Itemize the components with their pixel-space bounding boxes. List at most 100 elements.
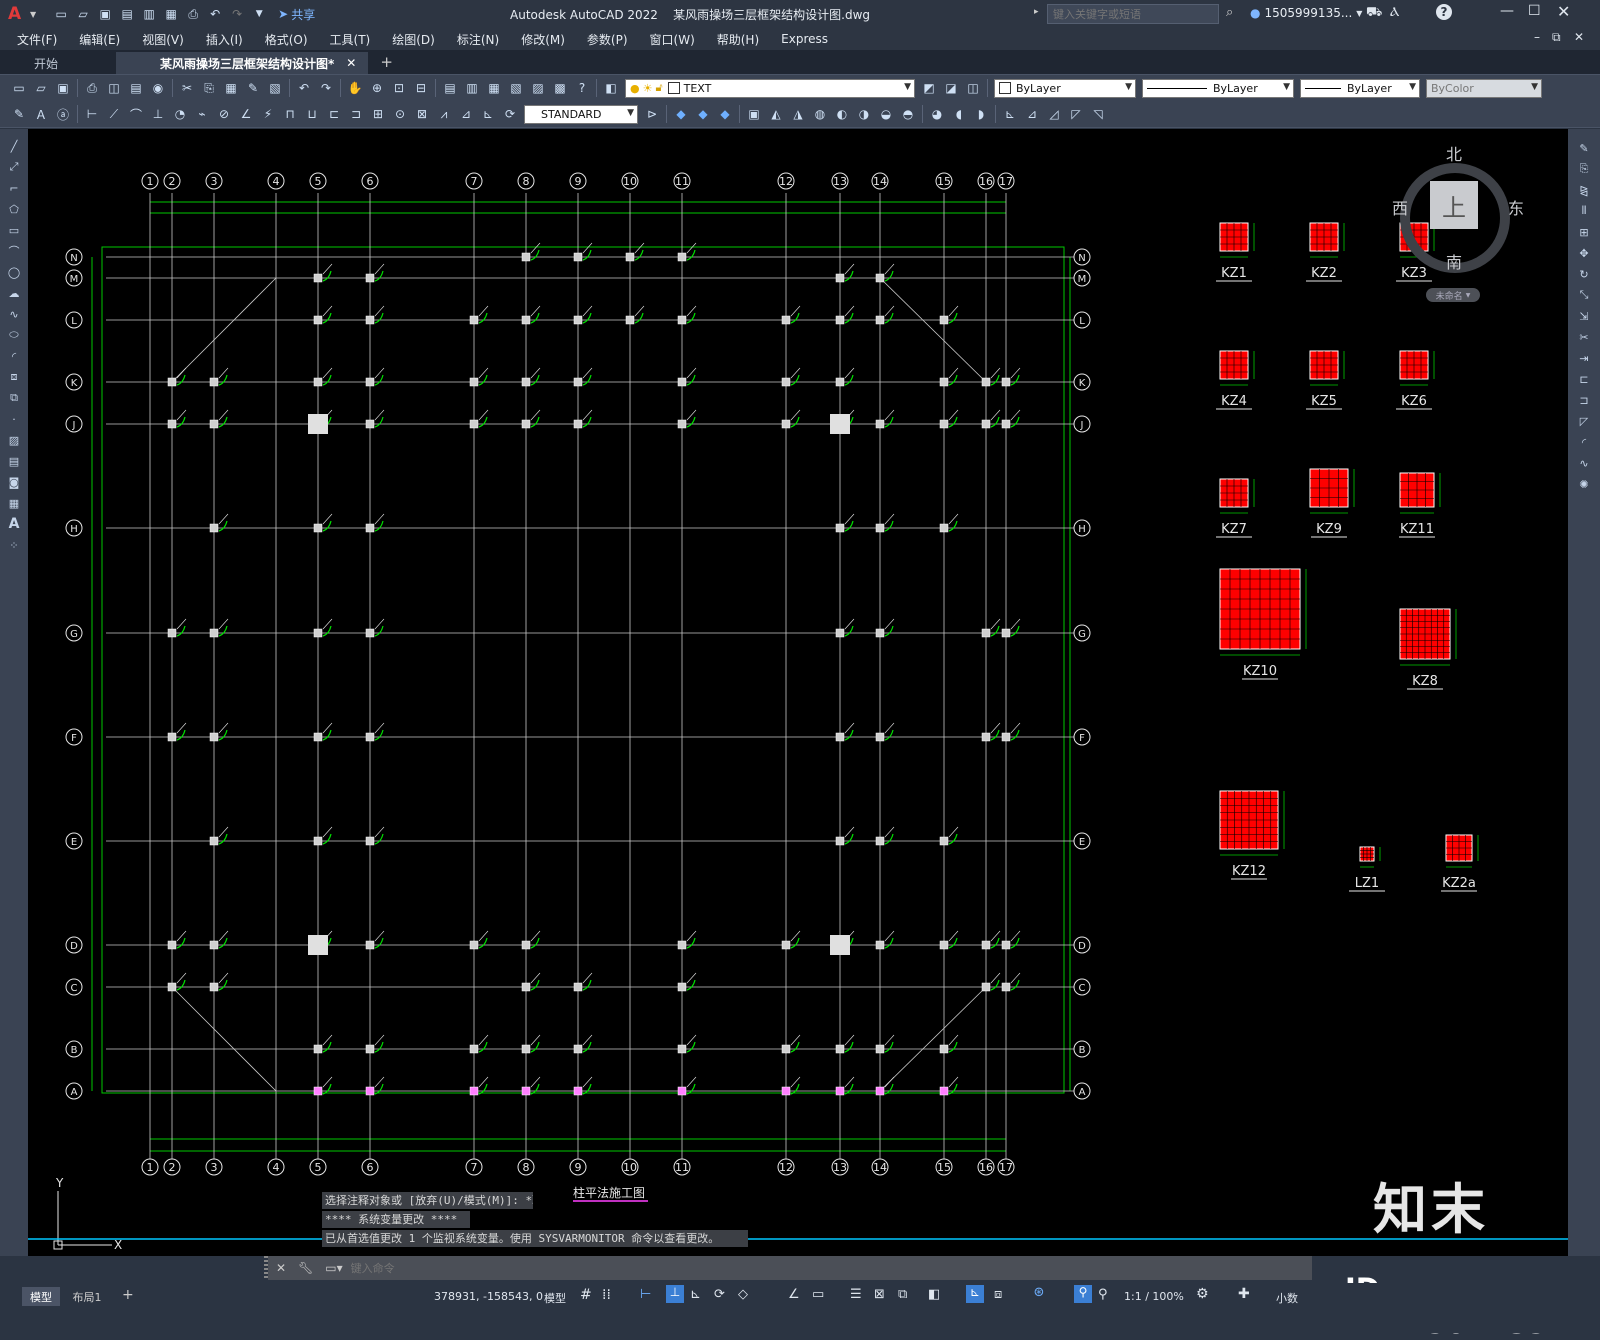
scale-text-icon[interactable]: ⓐ <box>54 105 72 123</box>
annotation-visibility-icon[interactable]: ⧈ <box>994 1287 1002 1302</box>
undo-icon[interactable]: ↶ <box>206 5 224 23</box>
polyline-icon[interactable]: ⌐ <box>3 178 25 198</box>
dim-continue-icon[interactable]: ⊔ <box>303 105 321 123</box>
save-icon[interactable]: ▣ <box>96 5 114 23</box>
tab-model[interactable]: 模型 <box>22 1287 60 1306</box>
menu-insert[interactable]: 插入(I) <box>195 31 254 48</box>
layer-previous-icon[interactable]: ◪ <box>942 79 960 97</box>
pan-icon[interactable]: ✋ <box>346 79 364 97</box>
construction-line-icon[interactable]: ⤢ <box>3 157 25 177</box>
sheet-set-icon[interactable]: ▧ <box>507 79 525 97</box>
units-value[interactable]: 小数 <box>1276 1290 1298 1306</box>
revision-cloud-icon[interactable]: ☁ <box>3 283 25 303</box>
point-icon[interactable]: · <box>3 409 25 429</box>
redo-icon[interactable]: ↷ <box>228 5 246 23</box>
tab-layout1[interactable]: 布局1 <box>68 1287 106 1306</box>
plot-dwf-icon[interactable]: ▦ <box>162 5 180 23</box>
annotation-scale-value[interactable]: 1:1 / 100% <box>1124 1290 1184 1303</box>
structural-plan-drawing[interactable]: 1122334455667788991010111112121313141415… <box>28 129 1568 1256</box>
solid-cylinder-icon[interactable]: ◐ <box>833 105 851 123</box>
annotation-monitor-icon[interactable]: ✚ <box>1238 1286 1250 1302</box>
command-line-grip[interactable] <box>264 1256 268 1280</box>
qnew-icon[interactable]: ▭ <box>10 79 28 97</box>
compass-north[interactable]: 北 <box>1446 141 1462 165</box>
rotate-icon[interactable]: ↻ <box>1573 264 1595 284</box>
ortho-icon[interactable]: ⊥ <box>666 1285 684 1303</box>
polar-icon[interactable]: ⊾ <box>690 1287 701 1302</box>
properties-icon[interactable]: ▤ <box>441 79 459 97</box>
materials-icon[interactable]: ◗ <box>972 105 990 123</box>
extend-icon[interactable]: ⇥ <box>1573 348 1595 368</box>
inspection-icon[interactable]: ⊠ <box>413 105 431 123</box>
ucs-icon[interactable]: ⊾ <box>1001 105 1019 123</box>
user-account[interactable]: ● 1505999135... ▼ <box>1250 6 1362 20</box>
make-block-icon[interactable]: ⧉ <box>3 388 25 408</box>
region-icon[interactable]: ◙ <box>3 472 25 492</box>
autodesk-app-icon[interactable]: Ⲁ <box>1390 5 1399 20</box>
dimstyle-dropdown[interactable]: STANDARD ▼ <box>524 104 638 124</box>
share-button[interactable]: ➤ 共享 <box>278 6 315 23</box>
wcs-menu[interactable]: 未命名 ▼ <box>1426 288 1480 302</box>
dim-diameter-icon[interactable]: ⊘ <box>215 105 233 123</box>
cart-icon[interactable]: ⛟ <box>1366 5 1382 22</box>
lineweight-dropdown[interactable]: ByLayer ▼ <box>1300 78 1420 98</box>
menu-view[interactable]: 视图(V) <box>131 31 195 48</box>
snap-icon[interactable]: ⁞⁞ <box>602 1287 611 1303</box>
help-icon[interactable]: ? <box>1436 4 1452 20</box>
ucs-view-icon[interactable]: ◹ <box>1089 105 1107 123</box>
zoom-previous-icon[interactable]: ⊟ <box>412 79 430 97</box>
doc-close-icon[interactable]: ✕ <box>1574 30 1584 44</box>
zoom-realtime-icon[interactable]: ⊕ <box>368 79 386 97</box>
command-recent-icon[interactable]: ▭▾ <box>325 1261 342 1275</box>
grid-icon[interactable]: # <box>580 1287 592 1303</box>
mtext-icon[interactable]: A <box>3 514 25 534</box>
tab-close-icon[interactable]: ✕ <box>346 56 356 70</box>
save-as-icon[interactable]: ▤ <box>118 5 136 23</box>
add-selected-icon[interactable]: ⁘ <box>3 535 25 555</box>
dim-edit-icon[interactable]: ⊿ <box>457 105 475 123</box>
dim-aligned-icon[interactable]: ⟋ <box>105 105 123 123</box>
blend-icon[interactable]: ∿ <box>1573 453 1595 473</box>
trim-icon[interactable]: ✂ <box>1573 327 1595 347</box>
customize-qat-icon[interactable]: ▼ <box>250 5 268 23</box>
model-space-toggle[interactable]: 模型 <box>544 1290 566 1306</box>
dim-baseline-icon[interactable]: ⊓ <box>281 105 299 123</box>
solid-cone-icon[interactable]: ◮ <box>789 105 807 123</box>
compass-south[interactable]: 南 <box>1446 249 1462 273</box>
copy-object-icon[interactable]: ⎘ <box>1573 159 1595 179</box>
view-front-icon[interactable]: ◆ <box>672 105 690 123</box>
dim-update-icon[interactable]: ⟳ <box>501 105 519 123</box>
quick-dim-icon[interactable]: ⚡ <box>259 105 277 123</box>
rectangle-icon[interactable]: ▭ <box>3 220 25 240</box>
menu-express[interactable]: Express <box>770 32 839 46</box>
command-settings-icon[interactable]: 🔧︎ <box>298 1261 313 1275</box>
3d-print-icon[interactable]: ◉ <box>149 79 167 97</box>
center-mark-icon[interactable]: ⊙ <box>391 105 409 123</box>
viewcube[interactable]: 上 北 南 西 东 <box>1392 145 1524 273</box>
menu-modify[interactable]: 修改(M) <box>510 31 576 48</box>
offset-icon[interactable]: ⫴ <box>1573 201 1595 221</box>
viewcube-face-top[interactable]: 上 <box>1430 181 1478 229</box>
undo-icon[interactable]: ↶ <box>295 79 313 97</box>
solid-sphere-icon[interactable]: ◍ <box>811 105 829 123</box>
color-dropdown[interactable]: ByLayer ▼ <box>994 78 1136 98</box>
solid-wedge-icon[interactable]: ◭ <box>767 105 785 123</box>
infer-icon[interactable]: ⊢ <box>640 1287 651 1302</box>
add-layout-icon[interactable]: + <box>122 1287 134 1303</box>
cut-icon[interactable]: ✂ <box>178 79 196 97</box>
tolerance-icon[interactable]: ⊞ <box>369 105 387 123</box>
dim-break-icon[interactable]: ⊐ <box>347 105 365 123</box>
solid-box-icon[interactable]: ▣ <box>745 105 763 123</box>
doc-restore-icon[interactable]: ⧉ <box>1552 30 1561 45</box>
compass-west[interactable]: 西 <box>1392 195 1408 219</box>
linetype-dropdown[interactable]: ByLayer ▼ <box>1142 78 1294 98</box>
table-icon[interactable]: ▦ <box>3 493 25 513</box>
spline-icon[interactable]: ∿ <box>3 304 25 324</box>
paste-icon[interactable]: ▦ <box>222 79 240 97</box>
compass-east[interactable]: 东 <box>1508 195 1524 219</box>
save-icon[interactable]: ▣ <box>54 79 72 97</box>
tool-palettes-icon[interactable]: ▦ <box>485 79 503 97</box>
text-edit-icon[interactable]: ✎ <box>10 105 28 123</box>
ucs-object-icon[interactable]: ◿ <box>1045 105 1063 123</box>
3d-osnap-icon[interactable]: ⊠ <box>874 1287 885 1302</box>
